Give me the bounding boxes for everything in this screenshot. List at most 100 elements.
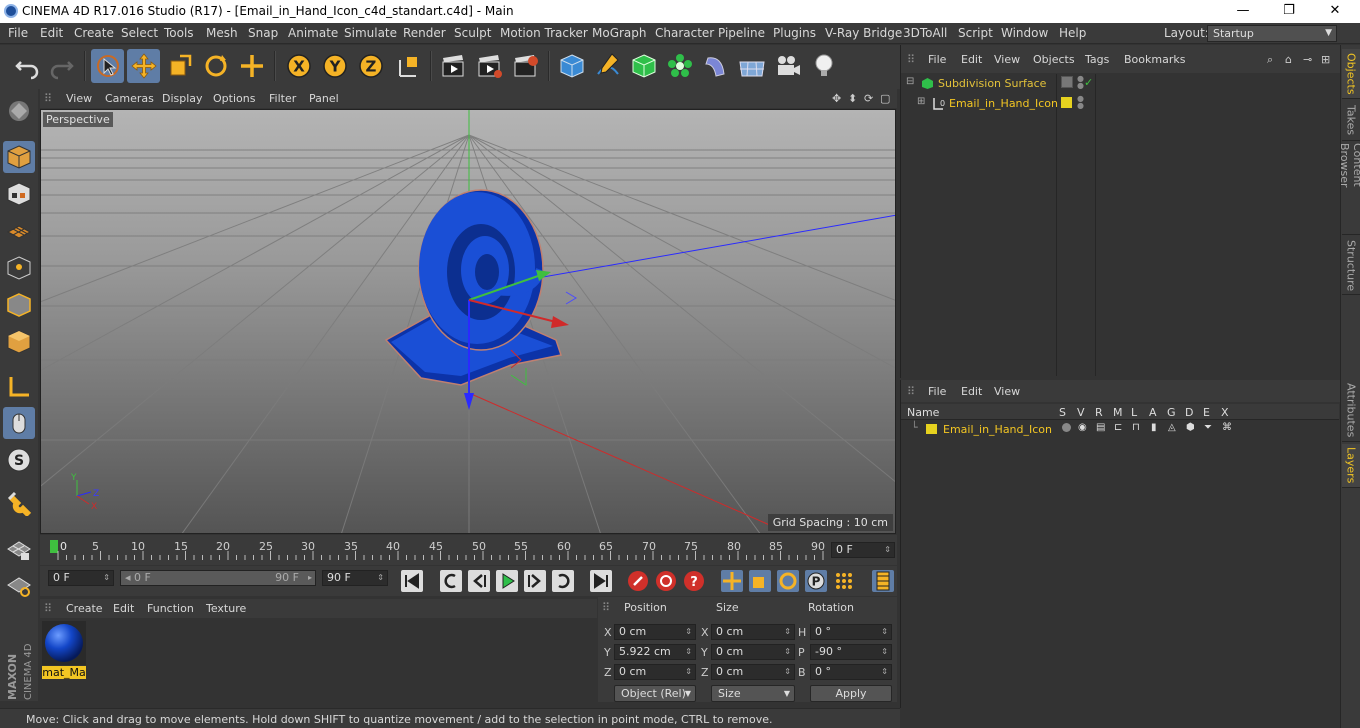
move-tool-button[interactable]	[127, 49, 160, 83]
render-view-button[interactable]	[437, 49, 470, 83]
layer-menu-file[interactable]: File	[928, 385, 946, 398]
rot-h-field[interactable]: 0 ° ⇕	[810, 624, 892, 640]
rot-b-field[interactable]: 0 ° ⇕	[810, 664, 892, 680]
menu-select[interactable]: Select	[121, 26, 158, 40]
mat-menu-create[interactable]: Create	[66, 602, 103, 615]
vp-menu-cameras[interactable]: Cameras	[105, 92, 154, 105]
floor-button[interactable]	[735, 49, 768, 83]
menu-mesh[interactable]: Mesh	[206, 26, 238, 40]
key-scale-button[interactable]	[747, 568, 773, 594]
rotate-tool-button[interactable]	[199, 49, 232, 83]
menu-character[interactable]: Character	[655, 26, 714, 40]
col-manager[interactable]: M	[1113, 406, 1123, 419]
coordinate-mode-select[interactable]: Object (Rel) ▼	[614, 685, 696, 702]
visibility-dots-icon[interactable]: ● ●	[1077, 95, 1084, 110]
viewport-zoom-icon[interactable]: ⬍	[848, 92, 857, 105]
col-deformers[interactable]: D	[1185, 406, 1193, 419]
x-axis-button[interactable]: X	[282, 49, 315, 83]
collapse-icon[interactable]: ⊟	[906, 76, 914, 87]
layout-select[interactable]: Startup ▼	[1207, 25, 1337, 42]
model-mode-button[interactable]	[3, 141, 35, 173]
xref-icon[interactable]: ⌘	[1222, 422, 1232, 433]
tab-takes[interactable]: Takes	[1342, 101, 1360, 141]
play-button[interactable]	[494, 568, 520, 594]
menu-simulate[interactable]: Simulate	[344, 26, 397, 40]
menu-file[interactable]: File	[8, 26, 28, 40]
tab-attributes[interactable]: Attributes	[1342, 380, 1360, 442]
coordinate-system-button[interactable]	[391, 49, 424, 83]
obj-menu-bookmarks[interactable]: Bookmarks	[1124, 53, 1185, 66]
cube-button[interactable]	[555, 49, 588, 83]
tab-content-browser[interactable]: Content Browser	[1338, 143, 1360, 235]
z-axis-button[interactable]: Z	[354, 49, 387, 83]
material-swatch[interactable]: mat_Ma	[42, 621, 86, 679]
render-settings-button[interactable]	[509, 49, 542, 83]
key-pla-button[interactable]	[831, 568, 857, 594]
obj-menu-edit[interactable]: Edit	[961, 53, 982, 66]
vp-menu-panel[interactable]: Panel	[309, 92, 339, 105]
minimize-button[interactable]: —	[1220, 0, 1266, 23]
menu-render[interactable]: Render	[403, 26, 446, 40]
timeline-window-button[interactable]	[870, 568, 896, 594]
object-row-email-icon[interactable]: ⊞ 0 Email_in_Hand_Icon ● ●	[901, 95, 1339, 113]
search-icon[interactable]: ⌕	[1267, 53, 1273, 67]
viewport-rotate-icon[interactable]: ⟳	[864, 92, 873, 105]
go-to-end-button[interactable]	[588, 568, 614, 594]
last-tool-button[interactable]	[235, 49, 268, 83]
render-picture-viewer-button[interactable]	[473, 49, 506, 83]
enable-axis-button[interactable]	[3, 371, 35, 403]
new-window-icon[interactable]: ⊞	[1321, 53, 1330, 66]
eye-icon[interactable]: ◉	[1078, 422, 1087, 433]
vp-menu-filter[interactable]: Filter	[269, 92, 296, 105]
object-row-subdivision[interactable]: ⊟ Subdivision Surface ● ● ✓	[901, 75, 1339, 93]
keyframe-selection-button[interactable]: ?	[681, 568, 707, 594]
workplane-lock-button[interactable]	[3, 569, 35, 601]
menu-script[interactable]: Script	[958, 26, 993, 40]
enabled-check-icon[interactable]: ✓	[1084, 76, 1093, 89]
live-selection-button[interactable]	[91, 49, 124, 83]
previous-key-button[interactable]	[438, 568, 464, 594]
lock-icon[interactable]: ⊓	[1132, 422, 1140, 433]
start-frame-field[interactable]: 0 F ⇕	[48, 570, 114, 586]
perspective-viewport[interactable]: Y Z X Perspective Grid Spacing : 10 cm	[40, 109, 896, 534]
link-icon[interactable]: ⊸	[1303, 53, 1312, 66]
go-to-start-button[interactable]	[399, 568, 425, 594]
obj-menu-file[interactable]: File	[928, 53, 946, 66]
edge-mode-button[interactable]	[3, 289, 35, 321]
mat-menu-edit[interactable]: Edit	[113, 602, 134, 615]
obj-menu-tags[interactable]: Tags	[1085, 53, 1109, 66]
subdivision-surface-button[interactable]	[627, 49, 660, 83]
menu-window[interactable]: Window	[1001, 26, 1048, 40]
camera-button[interactable]	[771, 49, 804, 83]
layer-color-swatch[interactable]	[926, 424, 937, 434]
vp-menu-view[interactable]: View	[66, 92, 92, 105]
deformer-button[interactable]	[699, 49, 732, 83]
tweak-mode-button[interactable]	[3, 407, 35, 439]
polygon-mode-button[interactable]	[3, 326, 35, 358]
solo-dot-icon[interactable]	[1062, 423, 1071, 432]
menu-create[interactable]: Create	[74, 26, 114, 40]
size-y-field[interactable]: 0 cm ⇕	[711, 644, 795, 660]
workplane-mode-button[interactable]	[3, 215, 35, 247]
next-key-button[interactable]	[550, 568, 576, 594]
record-keys-button[interactable]	[625, 568, 651, 594]
viewport-move-icon[interactable]: ✥	[832, 92, 841, 105]
menu-sculpt[interactable]: Sculpt	[454, 26, 491, 40]
mat-menu-texture[interactable]: Texture	[206, 602, 246, 615]
menu-edit[interactable]: Edit	[40, 26, 63, 40]
col-view[interactable]: V	[1077, 406, 1085, 419]
obj-menu-view[interactable]: View	[994, 53, 1020, 66]
size-mode-select[interactable]: Size ▼	[711, 685, 795, 702]
generator-icon[interactable]: ◬	[1168, 422, 1176, 433]
menu-mograph[interactable]: MoGraph	[592, 26, 647, 40]
end-frame-field[interactable]: 90 F ⇕	[322, 570, 388, 586]
layer-row[interactable]: └ Email_in_Hand_Icon ◉ ▤ ⊏ ⊓ ▮ ◬ ⬢ ⏷ ⌘	[901, 421, 1339, 439]
apply-button[interactable]: Apply	[810, 685, 892, 702]
col-expressions[interactable]: E	[1203, 406, 1210, 419]
previous-frame-button[interactable]	[466, 568, 492, 594]
vp-menu-options[interactable]: Options	[213, 92, 255, 105]
frame-range-slider[interactable]: ◂ 0 F 90 F ▸	[120, 570, 316, 586]
close-button[interactable]: ✕	[1312, 0, 1358, 23]
pos-x-field[interactable]: 0 cm ⇕	[614, 624, 696, 640]
menu-tools[interactable]: Tools	[164, 26, 194, 40]
